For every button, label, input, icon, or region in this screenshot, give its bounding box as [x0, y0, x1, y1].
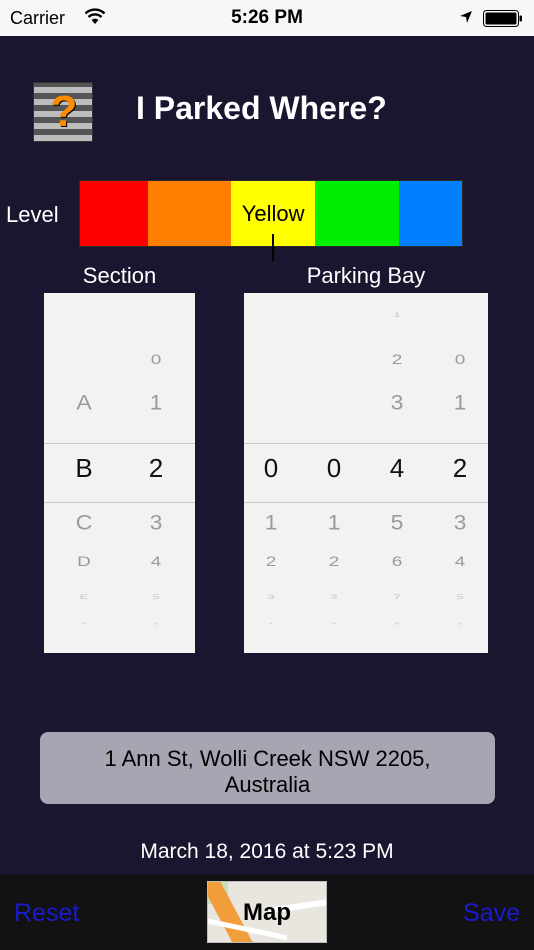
- section-selected-value[interactable]: B: [62, 453, 106, 484]
- bay-option[interactable]: 3: [438, 510, 482, 535]
- section-option[interactable]: 4: [134, 554, 178, 571]
- bay-option[interactable]: 1: [438, 390, 482, 415]
- bay-option[interactable]: 4: [312, 622, 356, 625]
- bay-selected-value[interactable]: 2: [438, 453, 482, 484]
- status-bar: Carrier 5:26 PM: [0, 0, 534, 36]
- address-line-1: 1 Ann St, Wolli Creek NSW 2205,: [104, 746, 431, 771]
- section-option[interactable]: 5: [134, 593, 178, 601]
- bay-option[interactable]: 7: [375, 593, 419, 601]
- bay-column[interactable]: 012345678: [375, 293, 419, 653]
- section-option[interactable]: E: [62, 593, 106, 601]
- bay-option[interactable]: 1: [375, 311, 419, 319]
- section-option[interactable]: A: [62, 390, 106, 415]
- parked-timestamp: March 18, 2016 at 5:23 PM: [140, 840, 394, 863]
- battery-icon: [483, 10, 522, 27]
- section-option[interactable]: 3: [134, 510, 178, 535]
- bay-option[interactable]: 5: [375, 510, 419, 535]
- bay-column[interactable]: 0 1 2 3 4: [312, 293, 356, 653]
- section-option[interactable]: 6: [134, 622, 178, 625]
- section-label: Section: [82, 263, 157, 288]
- question-mark-glyph: ?: [50, 87, 78, 136]
- save-button[interactable]: Save: [463, 899, 520, 928]
- level-selected-label: Yellow: [241, 201, 305, 226]
- section-option[interactable]: 0: [134, 352, 178, 369]
- level-label: Level: [6, 202, 59, 227]
- section-selected-value[interactable]: 2: [134, 453, 178, 484]
- bay-option[interactable]: 3: [312, 593, 356, 601]
- section-column[interactable]: A B C D E F: [62, 293, 106, 653]
- map-button-label: Map: [243, 899, 291, 926]
- location-arrow-icon: [460, 11, 472, 23]
- section-option[interactable]: 1: [134, 390, 178, 415]
- status-time: 5:26 PM: [231, 7, 303, 28]
- section-option[interactable]: D: [62, 554, 106, 571]
- bay-option[interactable]: 2: [249, 554, 293, 571]
- level-segment[interactable]: [314, 181, 399, 246]
- bay-option[interactable]: 6: [375, 554, 419, 571]
- level-segment[interactable]: [398, 181, 462, 246]
- page-title: I Parked Where?: [136, 90, 387, 126]
- bay-column[interactable]: 0 1 2 3 4 5 6: [438, 293, 482, 653]
- parking-bay-picker[interactable]: 01234012340123456780123456: [244, 293, 488, 653]
- level-indicator: [272, 234, 274, 261]
- bay-option[interactable]: 4: [249, 622, 293, 625]
- bay-option[interactable]: 3: [249, 593, 293, 601]
- address-box[interactable]: 1 Ann St, Wolli Creek NSW 2205, Australi…: [40, 732, 495, 804]
- section-option[interactable]: C: [62, 510, 106, 535]
- bay-option[interactable]: 1: [312, 510, 356, 535]
- app-logo-icon: ?: [33, 82, 93, 142]
- level-segment[interactable]: [147, 181, 232, 246]
- section-column[interactable]: 0 1 2 3 4 5 6: [134, 293, 178, 653]
- section-picker[interactable]: A B C D E F 0 1 2 3 4 5 6: [44, 293, 195, 653]
- bay-column[interactable]: 0 1 2 3 4: [249, 293, 293, 653]
- section-option[interactable]: F: [62, 622, 106, 625]
- bay-option[interactable]: 5: [438, 593, 482, 601]
- bay-option[interactable]: 1: [249, 510, 293, 535]
- bay-option[interactable]: 0: [438, 352, 482, 369]
- level-segment[interactable]: [80, 181, 148, 246]
- map-button[interactable]: Map: [207, 881, 327, 943]
- bay-selected-value[interactable]: 0: [249, 453, 293, 484]
- bottom-toolbar: Reset Map Save: [0, 875, 534, 950]
- bay-selected-value[interactable]: 0: [312, 453, 356, 484]
- level-color-selector[interactable]: Yellow: [79, 180, 463, 247]
- address-line-2: Australia: [224, 772, 311, 797]
- bay-option[interactable]: 3: [375, 390, 419, 415]
- bay-option[interactable]: 2: [312, 554, 356, 571]
- bay-option[interactable]: 8: [375, 622, 419, 625]
- bay-selected-value[interactable]: 4: [375, 453, 419, 484]
- bay-option[interactable]: 4: [438, 554, 482, 571]
- bay-option[interactable]: 2: [375, 352, 419, 369]
- parking-bay-label: Parking Bay: [306, 263, 426, 288]
- reset-button[interactable]: Reset: [14, 899, 79, 928]
- bay-option[interactable]: 6: [438, 622, 482, 625]
